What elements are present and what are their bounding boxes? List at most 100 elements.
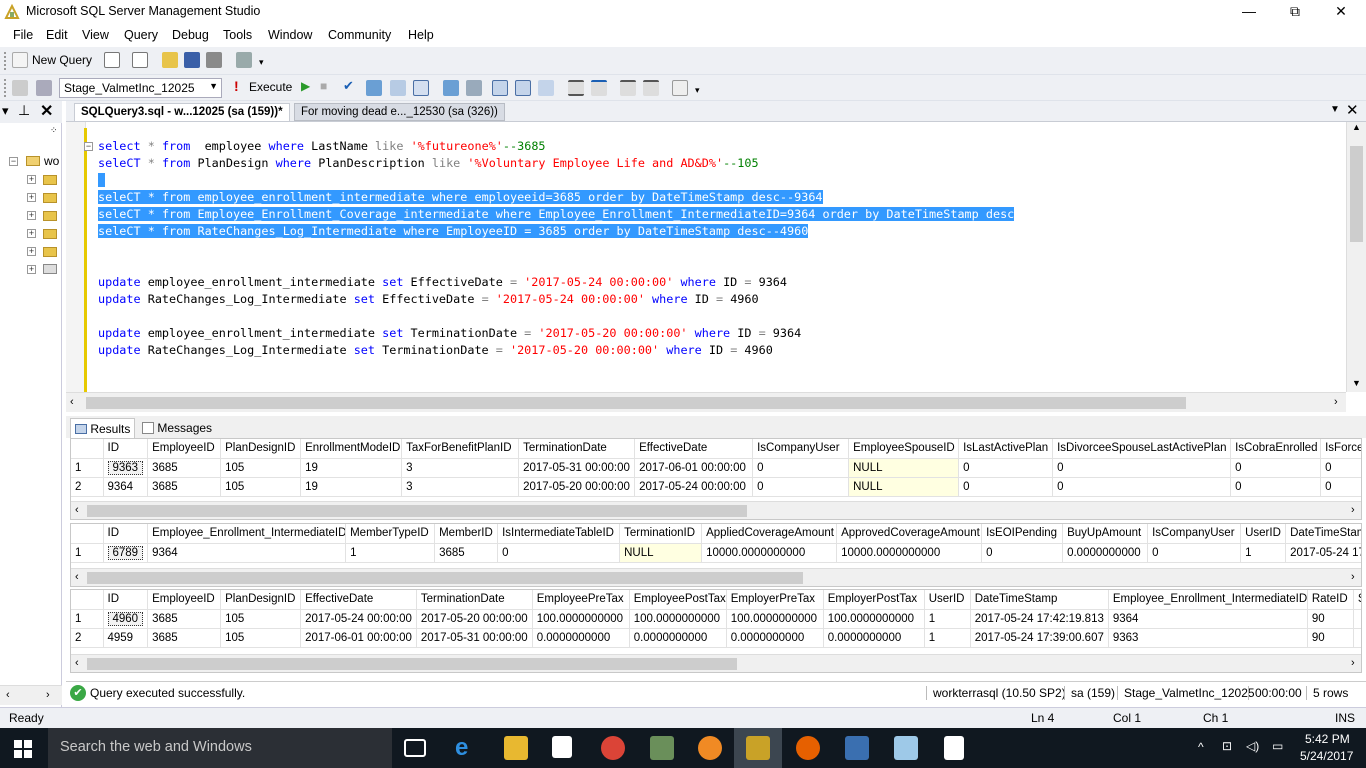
column-header[interactable]: EnrollmentModeID xyxy=(300,439,403,459)
menu-tools[interactable]: Tools xyxy=(223,28,252,42)
task-view-icon[interactable] xyxy=(404,739,426,757)
scroll-left-icon[interactable]: ‹ xyxy=(75,571,79,583)
scroll-left-icon[interactable]: ‹ xyxy=(70,396,74,408)
parse-check-icon[interactable]: ✔ xyxy=(343,78,354,94)
table-cell[interactable]: 0.0000000000 xyxy=(1062,543,1149,563)
menu-debug[interactable]: Debug xyxy=(172,28,209,42)
table-cell[interactable]: 19 xyxy=(300,458,403,478)
code-line[interactable]: select * from employee where LastName li… xyxy=(98,138,546,155)
table-cell[interactable]: 100.0000000000 xyxy=(823,609,925,629)
new-file-icon[interactable] xyxy=(104,52,120,68)
scroll-left-icon[interactable]: ‹ xyxy=(75,504,79,516)
firefox-icon[interactable] xyxy=(796,736,820,760)
editor-horizontal-scrollbar[interactable]: ‹ › xyxy=(66,392,1346,412)
tree-item[interactable]: + xyxy=(0,189,62,207)
results-to-text-icon[interactable] xyxy=(492,80,508,96)
table-cell[interactable]: 2017-05-24 17 xyxy=(1285,543,1361,563)
toolbar-overflow-icon[interactable]: ▾ xyxy=(695,85,700,96)
notifications-icon[interactable]: ▭ xyxy=(1272,739,1283,753)
table-cell[interactable]: 0.0000000000 xyxy=(629,628,727,648)
table-cell[interactable]: 0.0000000000 xyxy=(532,628,630,648)
column-header[interactable]: TerminationID xyxy=(619,524,703,544)
table-cell[interactable] xyxy=(1353,609,1361,629)
column-header[interactable]: RateID xyxy=(1307,590,1354,610)
results-to-grid-icon[interactable] xyxy=(515,80,531,96)
scroll-right-icon[interactable]: › xyxy=(1351,504,1355,516)
column-header[interactable]: Employee_Enrollment_IntermediateID xyxy=(1108,590,1308,610)
include-plan-icon[interactable] xyxy=(443,80,459,96)
code-line[interactable]: update RateChanges_Log_Intermediate set … xyxy=(98,342,773,359)
table-cell[interactable]: 0 xyxy=(752,458,850,478)
grid-horizontal-scrollbar[interactable]: ‹ › xyxy=(71,654,1361,672)
table-cell[interactable]: 6789 xyxy=(103,543,149,563)
tree-item-server[interactable]: − wo xyxy=(0,153,62,171)
taskbar-time[interactable]: 5:42 PM xyxy=(1305,732,1350,746)
table-cell[interactable]: 90 xyxy=(1307,609,1354,629)
taskbar-date[interactable]: 5/24/2017 xyxy=(1300,749,1353,763)
expand-icon[interactable]: + xyxy=(27,175,36,184)
table-cell[interactable]: 0 xyxy=(1230,477,1322,497)
table-cell[interactable]: 0 xyxy=(1320,477,1361,497)
code-line[interactable]: update RateChanges_Log_Intermediate set … xyxy=(98,291,759,308)
increase-indent-icon[interactable] xyxy=(643,80,659,96)
result-grid-3[interactable]: ID EmployeeID PlanDesignID EffectiveDate Ter… xyxy=(70,589,1362,673)
table-cell[interactable]: 4960 xyxy=(103,609,149,629)
table-cell[interactable]: 2017-06-01 00:00:00 xyxy=(300,628,417,648)
scroll-thumb[interactable] xyxy=(1350,146,1363,242)
debug-play-icon[interactable]: ▶ xyxy=(301,79,310,93)
tray-chevron-icon[interactable]: ^ xyxy=(1198,740,1204,754)
table-cell[interactable]: 2017-06-01 00:00:00 xyxy=(634,458,754,478)
table-cell[interactable]: 10000.0000000000 xyxy=(836,543,983,563)
expand-icon[interactable]: + xyxy=(27,211,36,220)
code-line[interactable] xyxy=(98,172,106,189)
expand-icon[interactable]: + xyxy=(27,265,36,274)
table-cell[interactable]: 0 xyxy=(958,458,1054,478)
specify-values-icon[interactable] xyxy=(672,80,688,96)
table-cell[interactable]: 100.0000000000 xyxy=(629,609,727,629)
column-header[interactable]: MemberTypeID xyxy=(345,524,436,544)
column-header[interactable]: ID xyxy=(103,439,149,459)
table-cell[interactable]: 2017-05-24 00:00:00 xyxy=(634,477,754,497)
scroll-thumb[interactable] xyxy=(87,658,737,670)
menu-view[interactable]: View xyxy=(82,28,109,42)
column-header[interactable]: ID xyxy=(103,524,149,544)
column-header[interactable]: EffectiveDate xyxy=(300,590,417,610)
table-cell[interactable]: 0 xyxy=(1147,543,1242,563)
table-cell[interactable]: 9363 xyxy=(103,458,149,478)
table-cell[interactable]: 0 xyxy=(1230,458,1322,478)
table-cell[interactable]: 2017-05-31 00:00:00 xyxy=(518,458,636,478)
table-cell[interactable]: 3 xyxy=(401,477,520,497)
toolbar-grip[interactable] xyxy=(4,79,7,97)
column-header[interactable]: IsCompanyUser xyxy=(752,439,850,459)
table-cell[interactable]: 105 xyxy=(220,609,302,629)
expand-icon[interactable]: + xyxy=(27,193,36,202)
grid-horizontal-scrollbar[interactable]: ‹ › xyxy=(71,568,1361,586)
tab-list-dropdown-icon[interactable]: ▼ xyxy=(1330,104,1340,115)
table-cell[interactable]: 0 xyxy=(1052,477,1232,497)
windows-start-icon[interactable] xyxy=(14,740,32,758)
column-header[interactable]: PlanDesignID xyxy=(220,439,302,459)
column-header[interactable]: Employee_Enrollment_IntermediateID xyxy=(147,524,347,544)
tab-sqlquery3[interactable]: SQLQuery3.sql - w...12025 (sa (159))* xyxy=(74,103,290,121)
scroll-thumb[interactable] xyxy=(87,572,803,584)
column-header[interactable]: TaxForBenefitPlanID xyxy=(401,439,520,459)
database-selector[interactable]: Stage_ValmetInc_12025 ▼ xyxy=(59,78,222,98)
connect-icon[interactable] xyxy=(12,80,28,96)
scroll-right-icon[interactable]: › xyxy=(1334,396,1338,408)
calculator-icon[interactable] xyxy=(944,736,964,760)
table-cell[interactable]: 0.0000000000 xyxy=(726,628,824,648)
print-icon[interactable] xyxy=(206,52,222,68)
menu-help[interactable]: Help xyxy=(408,28,434,42)
scroll-right-icon[interactable]: › xyxy=(1351,657,1355,669)
table-cell[interactable]: 3685 xyxy=(147,458,222,478)
table-cell[interactable]: 1 xyxy=(924,628,971,648)
row-number[interactable]: 1 xyxy=(71,458,104,478)
scroll-left-icon[interactable]: ‹ xyxy=(6,689,10,701)
table-cell[interactable]: 9364 xyxy=(103,477,149,497)
scroll-left-icon[interactable]: ‹ xyxy=(75,657,79,669)
outline-collapse-icon[interactable]: − xyxy=(84,142,93,151)
table-cell[interactable]: 2017-05-31 00:00:00 xyxy=(416,628,533,648)
table-cell[interactable]: 1 xyxy=(1240,543,1287,563)
column-header[interactable]: DateTimeStamp xyxy=(970,590,1109,610)
results-to-file-icon[interactable] xyxy=(538,80,554,96)
